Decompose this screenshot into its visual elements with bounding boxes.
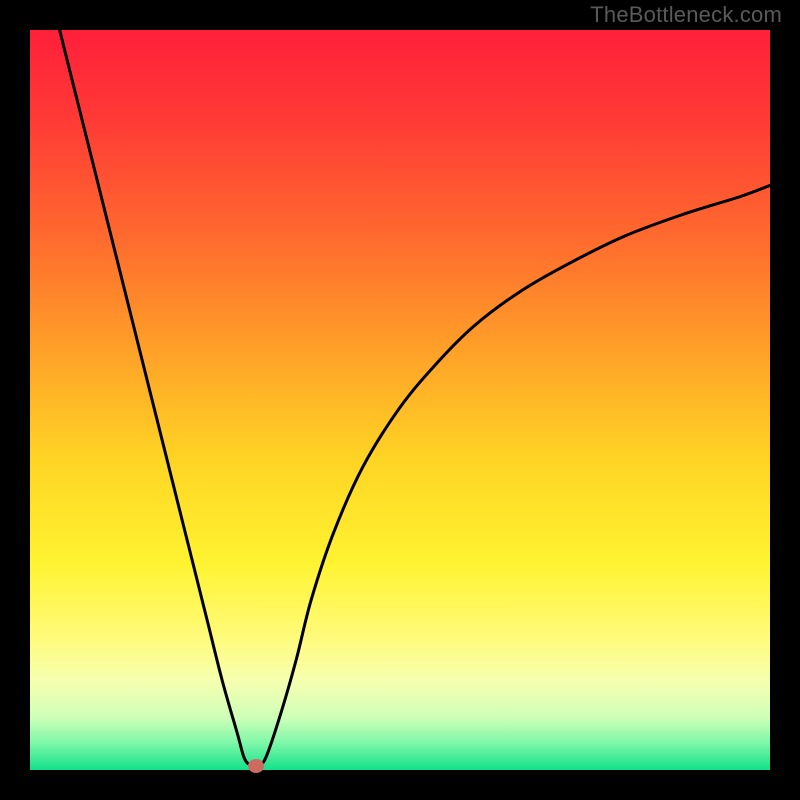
minimum-marker-dot [248,759,264,773]
watermark-text: TheBottleneck.com [590,2,782,28]
bottleneck-curve [30,30,770,770]
chart-frame: TheBottleneck.com [0,0,800,800]
plot-area [30,30,770,770]
